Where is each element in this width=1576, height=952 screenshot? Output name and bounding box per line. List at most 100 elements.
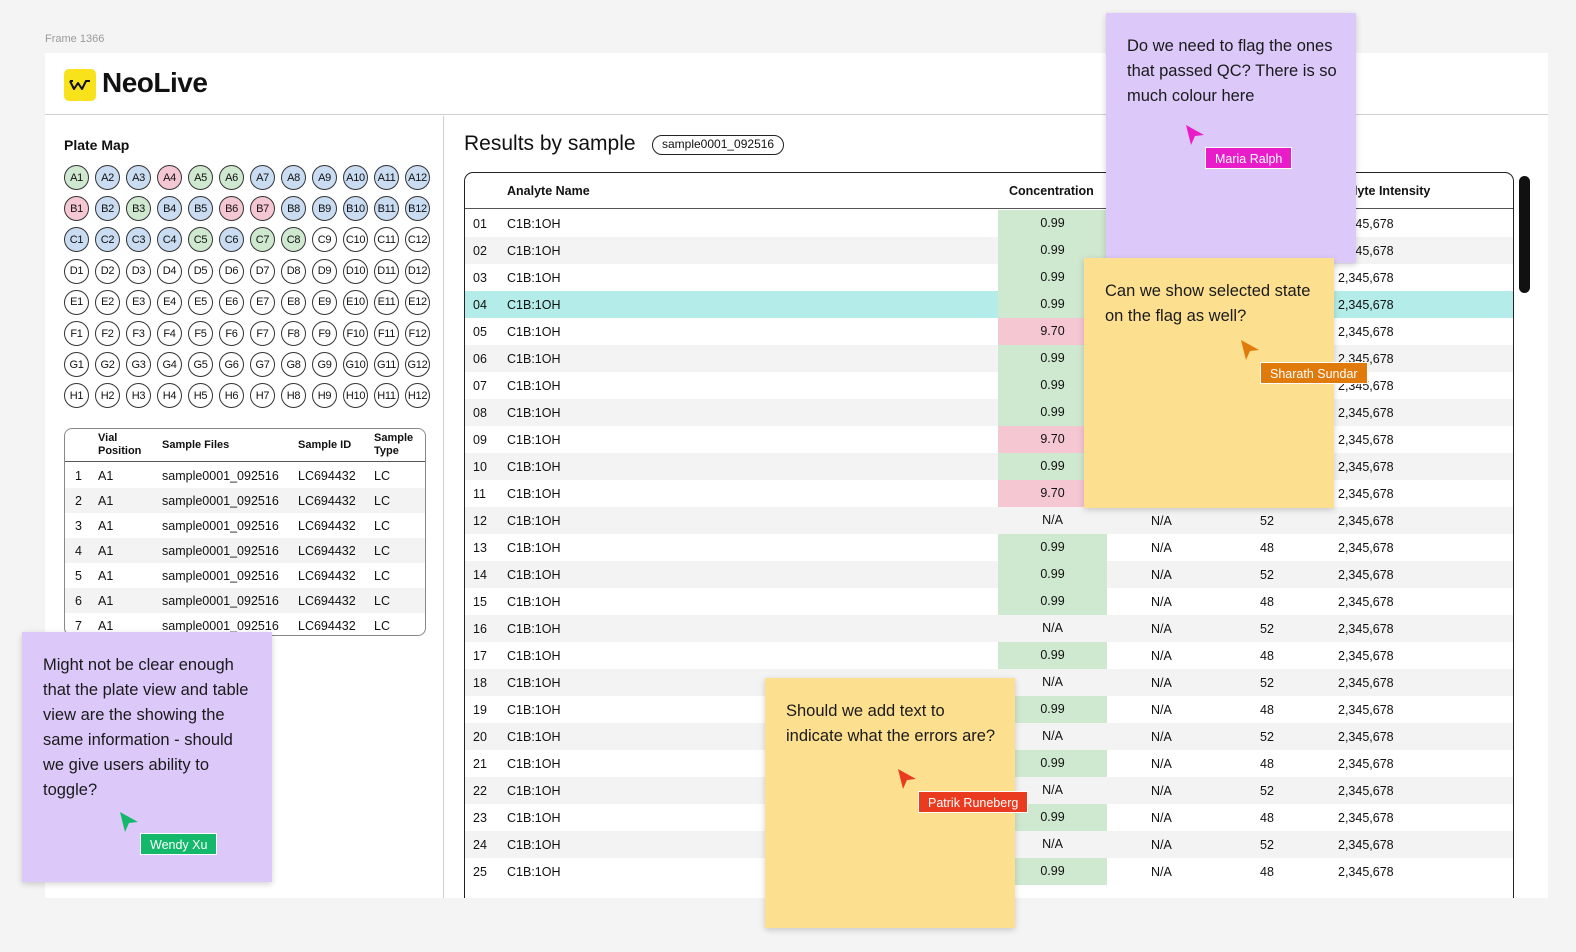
plate-well[interactable]: H3 [126, 383, 151, 409]
plate-well[interactable]: D1 [64, 258, 89, 284]
plate-well[interactable]: D2 [95, 258, 120, 284]
plate-well[interactable]: C5 [188, 227, 213, 253]
plate-well[interactable]: H9 [312, 383, 337, 409]
comment-wendy[interactable]: Might not be clear enough that the plate… [22, 632, 272, 882]
plate-well[interactable]: E8 [281, 289, 306, 315]
concentration-cell[interactable]: N/A [998, 507, 1107, 534]
plate-well[interactable]: A11 [374, 165, 399, 190]
plate-well[interactable]: D6 [219, 258, 244, 284]
plate-well[interactable]: B2 [95, 196, 120, 222]
col-sample-id[interactable]: Sample ID [298, 439, 351, 452]
plate-well[interactable]: A4 [157, 165, 182, 190]
plate-well[interactable]: C11 [374, 227, 399, 253]
results-table-row[interactable]: 17 C1B:1OH 0.99 N/A 48 2,345,678 [465, 642, 1513, 669]
plate-well[interactable]: E4 [157, 289, 182, 315]
plate-well[interactable]: E7 [250, 289, 275, 315]
plate-well[interactable]: H12 [405, 383, 430, 409]
plate-well[interactable]: B3 [126, 196, 151, 222]
plate-well[interactable]: F6 [219, 321, 244, 346]
plate-well[interactable]: D9 [312, 258, 337, 284]
plate-well[interactable]: G3 [126, 352, 151, 378]
results-table-row[interactable]: 10 C1B:1OH 0.99 2,345,678 [465, 453, 1513, 480]
results-table-row[interactable]: 16 C1B:1OH N/A N/A 52 2,345,678 [465, 615, 1513, 642]
plate-well[interactable]: C7 [250, 227, 275, 253]
plate-well[interactable]: F7 [250, 321, 275, 346]
plate-well[interactable]: E3 [126, 289, 151, 315]
plate-well[interactable]: G9 [312, 352, 337, 378]
plate-well[interactable]: B12 [405, 196, 430, 222]
plate-well[interactable]: C10 [343, 227, 368, 253]
sample-table-row[interactable]: 1 A1 sample0001_092516 LC694432 LC [65, 463, 425, 488]
plate-well[interactable]: B1 [64, 196, 89, 222]
plate-well[interactable]: C8 [281, 227, 306, 253]
plate-well[interactable]: F12 [405, 321, 430, 346]
plate-well[interactable]: B5 [188, 196, 213, 222]
plate-well[interactable]: B11 [374, 196, 399, 222]
scrollbar-thumb[interactable] [1519, 176, 1530, 293]
plate-well[interactable]: C4 [157, 227, 182, 253]
concentration-cell[interactable]: 0.99 [998, 534, 1107, 561]
plate-well[interactable]: A9 [312, 165, 337, 190]
sample-table-row[interactable]: 3 A1 sample0001_092516 LC694432 LC [65, 513, 425, 538]
col-concentration[interactable]: Concentration [1009, 184, 1094, 198]
plate-well[interactable]: B10 [343, 196, 368, 222]
plate-well[interactable]: C3 [126, 227, 151, 253]
plate-well[interactable]: G12 [405, 352, 430, 378]
plate-well[interactable]: B7 [250, 196, 275, 222]
plate-well[interactable]: E2 [95, 289, 120, 315]
plate-well[interactable]: D10 [343, 258, 368, 284]
plate-well[interactable]: D8 [281, 258, 306, 284]
plate-well[interactable]: D3 [126, 258, 151, 284]
concentration-cell[interactable]: 0.99 [998, 561, 1107, 588]
plate-well[interactable]: H1 [64, 383, 89, 409]
results-table-row[interactable]: 11 C1B:1OH 9.70 2,345,678 [465, 480, 1513, 507]
plate-well[interactable]: A1 [64, 165, 89, 190]
plate-well[interactable]: H5 [188, 383, 213, 409]
plate-well[interactable]: G1 [64, 352, 89, 378]
plate-well[interactable]: F9 [312, 321, 337, 346]
plate-well[interactable]: H10 [343, 383, 368, 409]
results-table-row[interactable]: 04 C1B:1OH 0.99 2,345,678 [465, 291, 1513, 318]
plate-well[interactable]: H11 [374, 383, 399, 409]
results-table-row[interactable]: 14 C1B:1OH 0.99 N/A 52 2,345,678 [465, 561, 1513, 588]
plate-well[interactable]: D5 [188, 258, 213, 284]
plate-well[interactable]: G11 [374, 352, 399, 378]
plate-well[interactable]: D12 [405, 258, 430, 284]
plate-well[interactable]: G8 [281, 352, 306, 378]
plate-well[interactable]: A6 [219, 165, 244, 190]
plate-well[interactable]: E12 [405, 289, 430, 315]
comment-patrik[interactable]: Should we add text to indicate what the … [765, 678, 1029, 928]
plate-well[interactable]: F10 [343, 321, 368, 346]
plate-well[interactable]: D11 [374, 258, 399, 284]
plate-well[interactable]: F1 [64, 321, 89, 346]
plate-well[interactable]: E9 [312, 289, 337, 315]
plate-well[interactable]: A3 [126, 165, 151, 190]
sample-table-row[interactable]: 4 A1 sample0001_092516 LC694432 LC [65, 538, 425, 563]
plate-well[interactable]: A12 [405, 165, 430, 190]
results-table-row[interactable]: 05 C1B:1OH 9.70 2,345,678 [465, 318, 1513, 345]
concentration-cell[interactable]: 0.99 [998, 588, 1107, 615]
plate-well[interactable]: C12 [405, 227, 430, 253]
sample-table-row[interactable]: 2 A1 sample0001_092516 LC694432 LC [65, 488, 425, 513]
col-analyte-intensity[interactable]: alyte Intensity [1347, 184, 1430, 198]
plate-well[interactable]: H6 [219, 383, 244, 409]
plate-well[interactable]: F2 [95, 321, 120, 346]
plate-well[interactable]: H7 [250, 383, 275, 409]
plate-well[interactable]: G10 [343, 352, 368, 378]
col-sample-type[interactable]: Sample Type [374, 432, 413, 458]
results-table-row[interactable]: 08 C1B:1OH 0.99 2,345,678 [465, 399, 1513, 426]
plate-well[interactable]: F11 [374, 321, 399, 346]
plate-well[interactable]: D7 [250, 258, 275, 284]
results-table-row[interactable]: 03 C1B:1OH 0.99 2,345,678 [465, 264, 1513, 291]
plate-well[interactable]: B6 [219, 196, 244, 222]
plate-well[interactable]: C6 [219, 227, 244, 253]
plate-well[interactable]: B9 [312, 196, 337, 222]
plate-well[interactable]: G4 [157, 352, 182, 378]
plate-well[interactable]: D4 [157, 258, 182, 284]
concentration-cell[interactable]: 0.99 [998, 642, 1107, 669]
plate-well[interactable]: B4 [157, 196, 182, 222]
results-table-row[interactable]: 13 C1B:1OH 0.99 N/A 48 2,345,678 [465, 534, 1513, 561]
results-table-row[interactable]: 12 C1B:1OH N/A N/A 52 2,345,678 [465, 507, 1513, 534]
results-table-row[interactable]: 09 C1B:1OH 9.70 2,345,678 [465, 426, 1513, 453]
comment-maria[interactable]: Do we need to flag the ones that passed … [1106, 13, 1356, 263]
